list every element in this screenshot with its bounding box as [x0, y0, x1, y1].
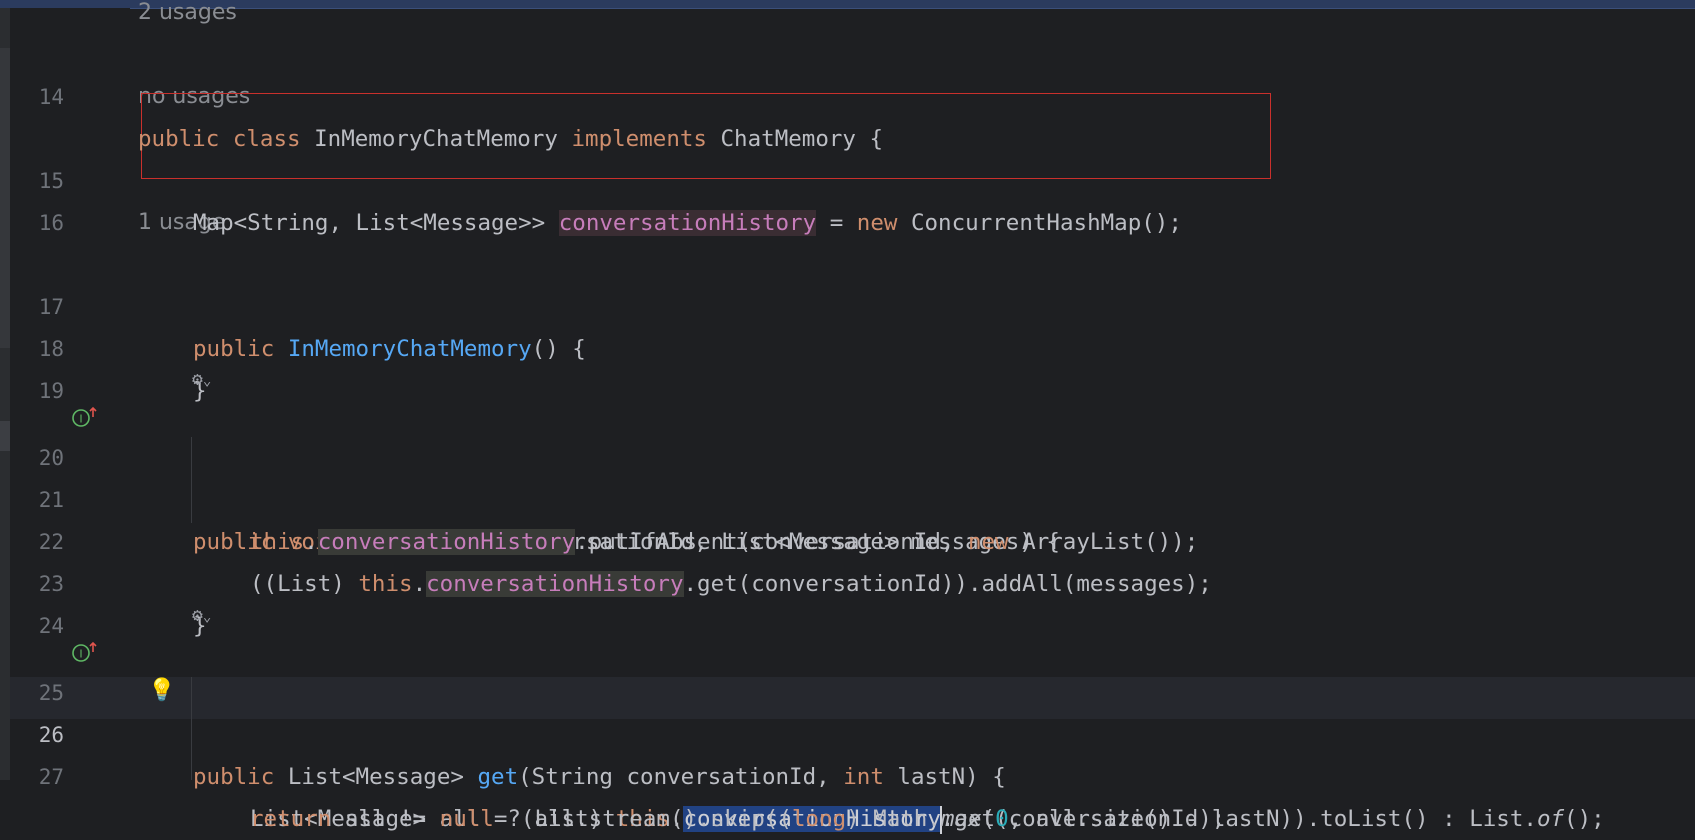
line-number: 27 [38, 765, 64, 789]
chevron-down-icon[interactable]: ⌄ [203, 373, 211, 389]
code-line-27[interactable]: 27 return all != null ? all.stream().ski… [0, 714, 1695, 832]
line-number: 14 [38, 85, 64, 109]
usages-hint-class[interactable]: 2 usages [138, 0, 237, 34]
code-line-26[interactable]: 26 💡 List<Message> all = (List) this.con… [0, 672, 1695, 834]
code-text[interactable]: public List<Message> get(String conversa… [193, 756, 1006, 798]
code-line-24[interactable]: 24 [0, 563, 1695, 638]
code-line-25[interactable]: 25 I public List<Message> get(String con… [0, 630, 1695, 790]
implements-icon[interactable]: I [72, 406, 98, 432]
code-line-21[interactable]: 21 this.conversationHistory.putIfAbsent(… [0, 437, 1695, 555]
editor-top-bar [0, 0, 1695, 9]
code-text[interactable]: return all != null ? all.stream().skip((… [250, 798, 1605, 840]
ai-assistant-icon[interactable]: ⚙⌄ [192, 371, 211, 390]
code-line-18[interactable]: 18 } [0, 286, 1695, 404]
code-line-16[interactable]: 16 [0, 160, 1695, 235]
field-conversation-history: conversationHistory [558, 210, 817, 236]
code-line-19[interactable]: 19 [0, 328, 1695, 403]
chevron-down-icon[interactable]: ⌄ [203, 609, 211, 625]
code-line-22[interactable]: 22 ((List) this.conversationHistory.get(… [0, 479, 1695, 597]
code-text[interactable]: Map<String, List<Message>> conversationH… [193, 202, 1182, 244]
svg-text:I: I [79, 648, 82, 661]
code-line-17[interactable]: 17 public InMemoryChatMemory() { [0, 244, 1695, 362]
svg-text:I: I [79, 413, 82, 426]
ai-assistant-icon[interactable]: ⚙⌄ [192, 607, 211, 626]
implements-icon[interactable]: I [72, 641, 98, 667]
line-number: 16 [38, 211, 64, 235]
lightbulb-icon[interactable]: 💡 [148, 680, 175, 702]
code-line-14[interactable]: 14 public class InMemoryChatMemory imple… [0, 34, 1695, 152]
code-line-15[interactable]: 15 Map<String, List<Message>> conversati… [0, 118, 1695, 236]
code-line-20[interactable]: 20 I public void add(String conversation… [0, 395, 1695, 555]
code-line-23[interactable]: 23 } [0, 521, 1695, 639]
